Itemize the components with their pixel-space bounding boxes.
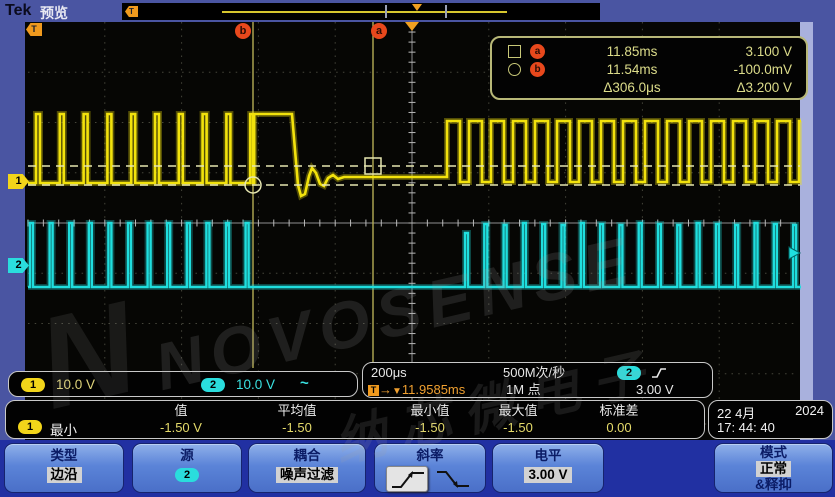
mode-value: 正常 — [756, 461, 791, 477]
bottom-menu-bar: 类型 边沿 源 2 耦合 噪声过滤 斜率 电平 3.00 V 模 — [0, 440, 835, 497]
meas-col-label: 值 — [136, 401, 226, 419]
meas-col-value: -1.50 — [473, 419, 563, 437]
coupling-value: 噪声过滤 — [276, 467, 338, 483]
trigger-slope-icon — [651, 366, 667, 380]
menu-button-type[interactable]: 类型 边沿 — [4, 443, 124, 493]
mode-value2: &释抑 — [715, 477, 832, 492]
acquisition-status: 预览 — [40, 3, 68, 23]
menu-button-mode[interactable]: 模式 正常 &释抑 — [714, 443, 833, 493]
date-year: 2024 — [795, 403, 824, 422]
cursor-a-badge[interactable]: a — [371, 23, 387, 39]
ch2-coupling-icon: ~ — [300, 375, 309, 392]
meas-col-label: 平均值 — [252, 401, 342, 419]
trigger-t-icon: T — [368, 385, 379, 396]
measurement-source-badge: 1 — [18, 420, 42, 434]
cursor-delta-volt: Δ3.200 V — [662, 79, 792, 97]
cursor-a-label: a — [530, 44, 545, 59]
meas-col-label: 最大值 — [473, 401, 563, 419]
menu-button-coupling[interactable]: 耦合 噪声过滤 — [248, 443, 366, 493]
meas-col-value: -1.50 — [385, 419, 475, 437]
ch2-scale: 10.0 V — [236, 377, 275, 392]
cursor-b-badge[interactable]: b — [235, 23, 251, 39]
record-view-strip[interactable]: T — [122, 3, 600, 20]
meas-col-label: 最小值 — [385, 401, 475, 419]
record-waveform-extent — [222, 11, 507, 13]
slope-falling-icon[interactable] — [432, 466, 474, 492]
type-value: 边沿 — [47, 467, 82, 483]
timebase-scale: 200μs — [371, 365, 407, 381]
clock-time: 17: 44: 40 — [717, 420, 775, 435]
cursor-a-volt: 3.100 V — [662, 43, 792, 61]
meas-col-value: -1.50 V — [136, 419, 226, 437]
top-status-bar: Tek 预览 T — [0, 0, 835, 22]
oscilloscope-screen: NOVOSENSE 纳芯微电子 N Tek 预览 T T 1 2 b a a 1… — [0, 0, 835, 497]
source-channel-badge: 2 — [175, 468, 199, 482]
menu-button-level[interactable]: 电平 3.00 V — [492, 443, 604, 493]
channel-readout-bar: 1 10.0 V 2 10.0 V ~ — [8, 371, 358, 397]
menu-button-slope[interactable]: 斜率 — [374, 443, 486, 493]
tek-logo: Tek — [5, 2, 31, 20]
timebase-trigger-box: 200μs 500M次/秒 2 T→▼11.9585ms 1M 点 3.00 V — [362, 362, 713, 398]
cursor-b-label: b — [530, 62, 545, 77]
level-value: 3.00 V — [524, 467, 571, 483]
ch2-badge[interactable]: 2 — [201, 378, 225, 392]
trigger-time: 11.9585ms — [402, 382, 465, 397]
record-trigger-position-icon — [412, 4, 422, 11]
measurement-name: 最小 — [50, 419, 77, 439]
meas-col-value: -1.50 — [252, 419, 342, 437]
cursor-b-circle-icon — [508, 63, 521, 76]
trigger-source-badge: 2 — [617, 366, 641, 380]
record-trigger-flag-icon: T — [125, 6, 138, 17]
record-length: 1M 点 — [506, 382, 541, 398]
datetime-box: 22 4月 2024 17: 44: 40 — [708, 400, 833, 439]
slope-rising-icon[interactable] — [386, 466, 428, 492]
cursor-a-square-icon — [508, 45, 521, 58]
meas-col-value: 0.00 — [573, 419, 665, 437]
ch1-badge[interactable]: 1 — [21, 378, 45, 392]
window-bracket-left — [385, 5, 387, 18]
measurement-bar: 1 最小 值 -1.50 V 平均值 -1.50 最小值 -1.50 最大值 -… — [5, 400, 705, 439]
trigger-level-readout: 3.00 V — [636, 382, 674, 398]
meas-col-label: 标准差 — [573, 401, 665, 419]
trigger-position-readout: T→▼11.9585ms — [368, 382, 465, 400]
ch1-scale: 10.0 V — [56, 377, 95, 392]
cursor-b-volt: -100.0mV — [662, 61, 792, 79]
window-bracket-right — [445, 5, 447, 18]
sample-rate: 500M次/秒 — [503, 365, 565, 381]
cursor-readout-box: a 11.85ms 3.100 V b 11.54ms -100.0mV Δ30… — [490, 36, 808, 100]
menu-button-source[interactable]: 源 2 — [132, 443, 242, 493]
